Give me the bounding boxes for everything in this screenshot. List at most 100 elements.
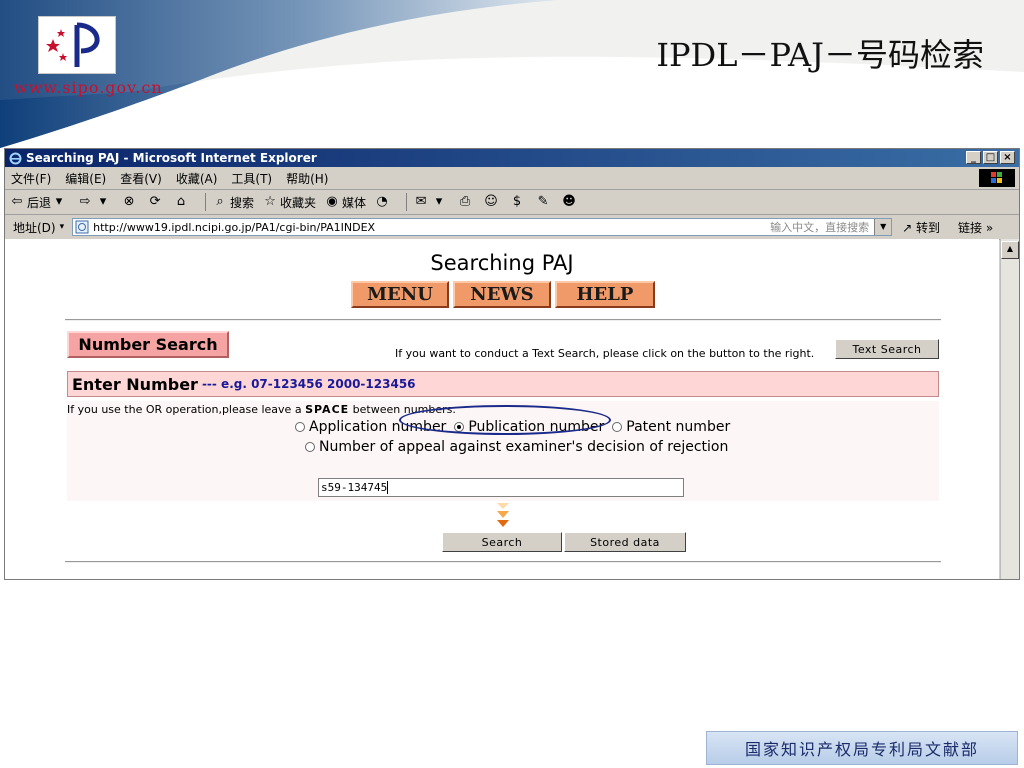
go-button[interactable]: ↗ 转到 xyxy=(902,219,940,236)
menu-edit[interactable]: 编辑(E) xyxy=(65,170,106,187)
mail-button[interactable]: ✉ ▾ xyxy=(413,194,449,210)
forward-button[interactable]: ⇨ ▾ xyxy=(77,194,113,210)
favorites-label: 收藏夹 xyxy=(280,195,317,210)
forward-dropdown-icon[interactable]: ▾ xyxy=(95,194,111,210)
scroll-up-icon[interactable]: ▲ xyxy=(1001,241,1019,259)
favorites-button[interactable]: ☆ 收藏夹 xyxy=(262,194,316,211)
news-button[interactable]: NEWS xyxy=(453,281,551,308)
print-button[interactable]: ⎙ xyxy=(457,194,475,210)
address-label-dropdown-icon[interactable]: ▾ xyxy=(60,222,65,232)
down-arrows-icon xyxy=(497,503,509,527)
or-hint-space: SPACE xyxy=(305,403,350,416)
stop-button[interactable]: ⊗ xyxy=(121,194,139,210)
minimize-button[interactable]: _ xyxy=(966,151,981,164)
radio-button[interactable] xyxy=(305,442,315,452)
address-dropdown-icon[interactable]: ▼ xyxy=(874,219,892,235)
menu-view[interactable]: 查看(V) xyxy=(120,170,162,187)
text-cursor xyxy=(387,481,389,494)
smiley-icon: ☻ xyxy=(562,194,576,209)
toolbar-separator xyxy=(205,193,207,211)
text-search-button[interactable]: Text Search xyxy=(835,339,939,359)
radio-button[interactable] xyxy=(295,422,305,432)
divider xyxy=(65,561,941,563)
number-input[interactable]: s59-134745 xyxy=(318,478,684,497)
vertical-scrollbar[interactable]: ▲ xyxy=(1000,239,1019,579)
back-dropdown-icon[interactable]: ▾ xyxy=(51,194,67,210)
slide-title: IPDL－PAJ－号码检索 xyxy=(656,36,984,74)
menu-file[interactable]: 文件(F) xyxy=(11,170,51,187)
site-url: www.sipo.gov.cn xyxy=(14,78,163,97)
history-button[interactable]: ◔ xyxy=(374,194,392,210)
radio-patent-number[interactable]: Patent number xyxy=(612,419,730,435)
menu-favorites[interactable]: 收藏(A) xyxy=(176,170,218,187)
window-titlebar: Searching PAJ - Microsoft Internet Explo… xyxy=(5,149,1019,167)
messenger-button[interactable]: ☺ xyxy=(483,194,501,210)
menu-button[interactable]: MENU xyxy=(351,281,449,308)
tool-icon: ✎ xyxy=(537,194,549,209)
radio-appeal-number[interactable]: Number of appeal against examiner's deci… xyxy=(305,439,728,455)
go-label: 转到 xyxy=(916,220,941,235)
nav-buttons: MENU NEWS HELP xyxy=(351,281,655,308)
window-title: Searching PAJ - Microsoft Internet Explo… xyxy=(26,151,317,165)
messenger-icon: ☺ xyxy=(484,194,498,209)
media-icon: ◉ xyxy=(326,194,338,209)
address-url: http://www19.ipdl.ncipi.go.jp/PA1/cgi-bi… xyxy=(93,220,376,234)
media-button[interactable]: ◉ 媒体 xyxy=(324,194,366,211)
links-label: 链接 xyxy=(958,220,983,235)
search-icon: ⌕ xyxy=(216,194,224,209)
mail-icon: ✉ xyxy=(415,194,427,209)
home-button[interactable]: ⌂ xyxy=(173,194,191,210)
enter-number-example: --- e.g. 07-123456 2000-123456 xyxy=(201,377,416,391)
maximize-button[interactable]: □ xyxy=(983,151,998,164)
address-search-hint: 输入中文，直接搜索 xyxy=(770,221,870,234)
enter-number-bar: Enter Number --- e.g. 07-123456 2000-123… xyxy=(67,371,939,397)
radio-button[interactable] xyxy=(612,422,623,432)
media-label: 媒体 xyxy=(342,195,367,210)
ie-window: Searching PAJ - Microsoft Internet Explo… xyxy=(4,148,1020,580)
tool-button[interactable]: ✎ xyxy=(535,194,553,210)
forward-arrow-icon: ⇨ xyxy=(79,194,91,209)
radio-label: Number of appeal against examiner's deci… xyxy=(319,439,729,455)
back-button[interactable]: ⇦ 后退 ▾ xyxy=(9,194,69,211)
stored-data-button[interactable]: Stored data xyxy=(564,532,686,552)
refresh-icon: ⟳ xyxy=(149,194,161,209)
sipo-logo xyxy=(38,16,116,74)
page-viewport: Searching PAJ MENU NEWS HELP Number Sear… xyxy=(5,239,999,579)
history-icon: ◔ xyxy=(376,194,388,209)
search-submit-button[interactable]: Search xyxy=(442,532,562,552)
page-icon xyxy=(75,220,89,234)
or-hint-text: If you use the OR operation,please leave… xyxy=(67,403,302,416)
smiley-button[interactable]: ☻ xyxy=(561,194,579,210)
footer-banner: 国家知识产权局专利局文献部 xyxy=(706,731,1018,765)
windows-flag-icon xyxy=(979,169,1015,187)
back-label: 后退 xyxy=(27,195,52,210)
divider xyxy=(65,319,941,321)
go-arrow-icon: ↗ xyxy=(902,220,913,235)
toolbar: ⇦ 后退 ▾ ⇨ ▾ ⊗ ⟳ ⌂ ⌕ 搜索 ☆ 收藏夹 ◉ 媒体 ◔ ✉ ▾ ⎙ … xyxy=(5,190,1019,215)
toolbar-separator xyxy=(406,193,408,211)
help-button[interactable]: HELP xyxy=(555,281,655,308)
radio-label: Patent number xyxy=(626,419,731,435)
search-label: 搜索 xyxy=(230,195,255,210)
window-controls: _ □ × xyxy=(966,151,1015,164)
number-input-value: s59-134745 xyxy=(321,481,388,494)
address-field[interactable]: http://www19.ipdl.ncipi.go.jp/PA1/cgi-bi… xyxy=(72,218,893,236)
sipo-logo-icon xyxy=(46,22,100,67)
page-title: Searching PAJ xyxy=(430,251,574,275)
links-button[interactable]: 链接 » xyxy=(958,219,993,236)
search-button[interactable]: ⌕ 搜索 xyxy=(212,194,254,211)
number-type-radios-row2: Number of appeal against examiner's deci… xyxy=(305,439,736,455)
menu-tools[interactable]: 工具(T) xyxy=(231,170,272,187)
favorites-icon: ☆ xyxy=(264,194,276,209)
close-button[interactable]: × xyxy=(1000,151,1015,164)
chevron-right-icon: » xyxy=(985,220,994,235)
money-bag-icon: $ xyxy=(512,194,522,209)
menu-help[interactable]: 帮助(H) xyxy=(286,170,328,187)
address-bar: 地址(D) ▾ http://www19.ipdl.ncipi.go.jp/PA… xyxy=(5,215,1019,240)
refresh-button[interactable]: ⟳ xyxy=(147,194,165,210)
mail-dropdown-icon[interactable]: ▾ xyxy=(431,194,447,210)
menu-bar: 文件(F) 编辑(E) 查看(V) 收藏(A) 工具(T) 帮助(H) xyxy=(5,167,1019,190)
slide-header: www.sipo.gov.cn IPDL－PAJ－号码检索 xyxy=(0,0,1024,150)
money-button[interactable]: $ xyxy=(509,194,527,210)
back-arrow-icon: ⇦ xyxy=(11,194,23,209)
